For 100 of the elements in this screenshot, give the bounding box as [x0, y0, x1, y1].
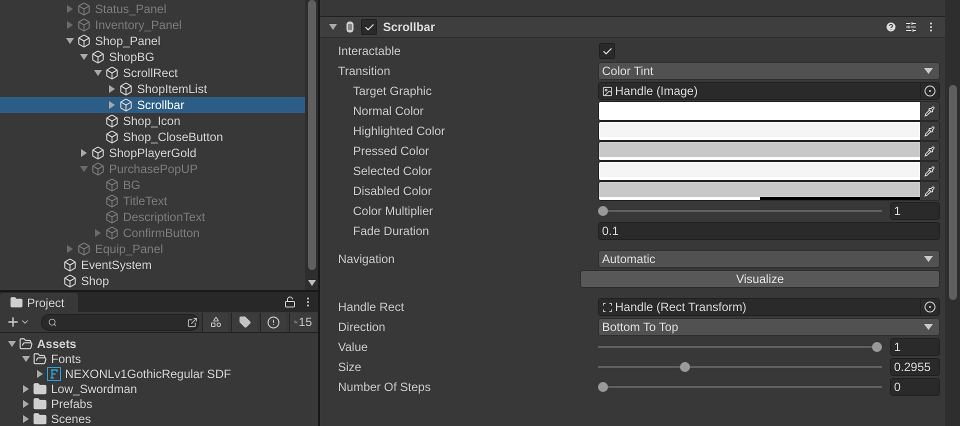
project-item[interactable]: Scenes — [0, 411, 318, 426]
number-field[interactable]: 0 — [890, 378, 940, 396]
cube-icon — [63, 258, 77, 272]
object-field[interactable]: Handle (Rect Transform) — [598, 298, 940, 316]
expanded-arrow-icon[interactable] — [22, 354, 30, 362]
dropdown[interactable]: Bottom To Top — [598, 318, 940, 336]
slider-thumb[interactable] — [680, 362, 690, 372]
collapsed-arrow-icon[interactable] — [108, 101, 116, 109]
eyedropper-icon[interactable] — [924, 186, 935, 196]
cube-icon — [105, 66, 119, 80]
expanded-arrow-icon[interactable] — [66, 37, 74, 45]
color-field[interactable] — [598, 121, 940, 141]
color-field[interactable] — [598, 161, 940, 181]
number-field[interactable]: 1 — [890, 202, 940, 220]
project-item[interactable]: Fonts — [0, 351, 318, 366]
number-field[interactable]: 0.1 — [598, 222, 940, 240]
warning-button[interactable] — [260, 312, 286, 332]
cube-icon — [77, 18, 91, 32]
cube-icon — [105, 178, 119, 192]
shapes-icon — [210, 316, 222, 328]
property-label: Size — [337, 360, 362, 374]
checkbox[interactable] — [599, 43, 615, 59]
property-label: Normal Color — [352, 104, 425, 118]
cube-icon — [63, 274, 77, 288]
cube-icon — [77, 34, 91, 48]
property-label: Number Of Steps — [337, 380, 432, 394]
eyedropper-icon[interactable] — [924, 126, 935, 136]
object-field[interactable]: Handle (Image) — [598, 82, 940, 100]
color-field[interactable] — [598, 181, 940, 201]
search-field[interactable] — [41, 314, 199, 330]
script-icon — [346, 21, 354, 33]
cube-icon — [105, 226, 119, 240]
number-field[interactable]: 0.2955 — [890, 358, 940, 376]
expanded-arrow-icon[interactable] — [329, 23, 337, 31]
filter-by-label-button[interactable] — [231, 312, 257, 332]
expanded-arrow-icon[interactable] — [8, 340, 16, 348]
component-header[interactable]: Scrollbar — [320, 17, 945, 38]
corners-icon — [602, 302, 613, 312]
dropdown-caret-icon — [924, 68, 933, 74]
collapsed-arrow-icon[interactable] — [22, 400, 30, 408]
hidden-packages-button[interactable]: 15 — [289, 312, 316, 332]
dropdown-caret-icon — [924, 256, 933, 262]
project-item[interactable]: NEXONLv1GothicRegular SDF — [0, 366, 318, 381]
hierarchy-item[interactable]: Shop — [0, 273, 305, 289]
hierarchy-item[interactable]: ShopItemList — [0, 81, 305, 97]
cube-icon — [91, 146, 105, 160]
expanded-arrow-icon[interactable] — [94, 69, 102, 77]
enabled-checkbox[interactable] — [361, 19, 377, 35]
hierarchy-item[interactable]: Shop_Icon — [0, 113, 305, 129]
image-icon — [602, 86, 613, 96]
popout-icon[interactable] — [187, 316, 198, 328]
object-picker-icon[interactable] — [924, 85, 936, 97]
slider-thumb[interactable] — [598, 382, 608, 392]
dropdown[interactable]: Color Tint — [598, 62, 940, 80]
slider-thumb[interactable] — [598, 206, 608, 216]
inspector-scrollbar[interactable] — [945, 0, 960, 426]
collapsed-arrow-icon[interactable] — [22, 414, 30, 422]
visualize-button[interactable]: Visualize — [580, 270, 940, 288]
object-picker-icon[interactable] — [924, 301, 936, 313]
presets-icon[interactable] — [905, 21, 917, 33]
search-icon — [48, 318, 57, 326]
expanded-arrow-icon[interactable] — [80, 53, 88, 61]
hierarchy-item[interactable]: EventSystem — [0, 257, 305, 273]
color-field[interactable] — [598, 101, 940, 121]
hierarchy-item[interactable]: ShopBG — [0, 49, 305, 65]
tag-icon — [238, 316, 250, 328]
slider-thumb[interactable] — [872, 342, 882, 352]
lock-icon[interactable] — [284, 296, 296, 308]
project-item[interactable]: Assets — [0, 336, 318, 351]
number-field[interactable]: 1 — [890, 338, 940, 356]
help-icon[interactable] — [885, 21, 897, 33]
collapsed-arrow-icon[interactable] — [22, 384, 30, 392]
check-icon — [602, 46, 612, 56]
add-button[interactable] — [6, 315, 30, 329]
color-field[interactable] — [598, 141, 940, 161]
hierarchy-item[interactable]: ScrollRect — [0, 65, 305, 81]
eyedropper-icon[interactable] — [924, 146, 935, 156]
property-label: Selected Color — [352, 164, 433, 178]
dropdown[interactable]: Automatic — [598, 250, 940, 268]
property-label: Highlighted Color — [352, 124, 446, 138]
hierarchy-item[interactable]: Scrollbar — [0, 97, 305, 113]
collapsed-arrow-icon[interactable] — [108, 85, 116, 93]
property-label: Target Graphic — [352, 84, 433, 98]
project-item[interactable]: Low_Swordman — [0, 381, 318, 396]
hierarchy-item[interactable]: ShopPlayerGold — [0, 145, 305, 161]
project-item[interactable]: Prefabs — [0, 396, 318, 411]
hierarchy-item[interactable]: Shop_Panel — [0, 33, 305, 49]
eyedropper-icon[interactable] — [924, 166, 935, 176]
collapsed-arrow-icon[interactable] — [80, 149, 88, 157]
cube-icon — [105, 130, 119, 144]
folder-icon — [10, 296, 23, 309]
hierarchy-item[interactable]: Shop_CloseButton — [0, 129, 305, 145]
project-tab[interactable]: Project — [0, 293, 78, 312]
collapsed-arrow-icon[interactable] — [36, 370, 44, 378]
scroll-down-arrow-icon[interactable] — [308, 280, 316, 286]
hierarchy-scrollbar[interactable] — [305, 0, 318, 290]
cube-icon — [77, 242, 91, 256]
filter-by-type-button[interactable] — [202, 312, 228, 332]
eyedropper-icon[interactable] — [924, 106, 935, 116]
property-label: Pressed Color — [352, 144, 430, 158]
